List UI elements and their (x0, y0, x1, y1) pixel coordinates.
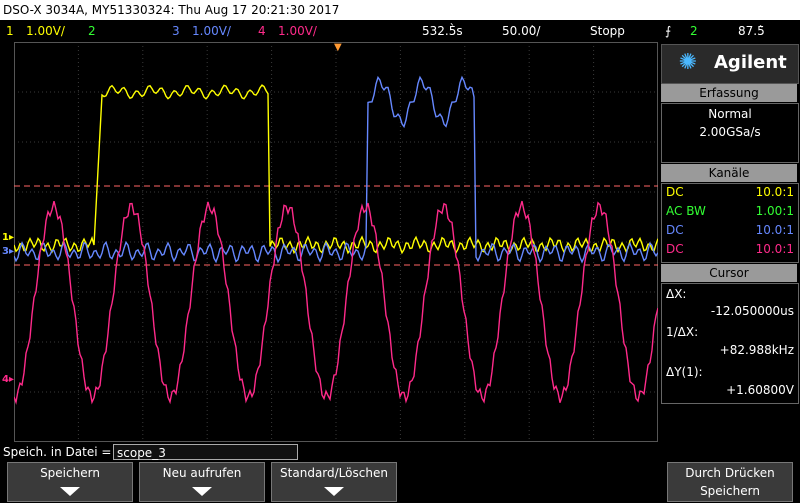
trigger-channel[interactable]: 2 (690, 20, 698, 42)
cursor-panel[interactable]: ΔX: -12.050000us 1/ΔX: +82.988kHz ΔY(1):… (661, 283, 799, 404)
filename-field[interactable]: scope_3 (113, 444, 298, 460)
ch3-ground-marker[interactable]: 3▸ (2, 246, 14, 257)
ch4-waveform (14, 200, 658, 405)
ch1-scale[interactable]: 1.00V/ (26, 20, 65, 42)
softkey-recall[interactable]: Neu aufrufen (139, 462, 265, 502)
channels-header: Kanäle (661, 164, 797, 182)
brand-name: Agilent (714, 52, 787, 73)
ch1-ground-marker[interactable]: 1▸ (2, 232, 14, 243)
acquisition-mode: Normal (708, 107, 752, 121)
acquisition-rate: 2.00GSa/s (699, 125, 761, 139)
window-title: DSO-X 3034A, MY51330324: Thu Aug 17 20:2… (3, 3, 340, 17)
ch1-number[interactable]: 1 (6, 20, 14, 42)
title-bar: DSO-X 3034A, MY51330324: Thu Aug 17 20:2… (0, 0, 800, 20)
ch4-number[interactable]: 4 (258, 20, 266, 42)
softkey-save[interactable]: Speichern (7, 462, 133, 502)
ch2-number[interactable]: 2 (88, 20, 96, 42)
timebase-scale[interactable]: 50.00̀/ (502, 20, 540, 42)
save-bar: Speich. in Datei = scope_3 (0, 442, 800, 462)
cursor-inv-dx-label: 1/ΔX: (666, 325, 699, 339)
trigger-position-marker: ▼ (334, 42, 342, 53)
channel-row-2[interactable]: AC BW 1.00:1 (666, 203, 794, 219)
waveform-display[interactable] (14, 42, 658, 442)
trigger-level[interactable]: 87.5̀ (738, 20, 765, 42)
cursor-dx-value: -12.050000us (710, 304, 794, 318)
timebase-delay[interactable]: 532.5̀s (422, 20, 463, 42)
softkey-press-to-save[interactable]: Durch Drücken Speichern (667, 462, 793, 502)
cursor-inv-dx-value: +82.988kHz (719, 343, 794, 357)
ch3-scale[interactable]: 1.00V/ (192, 20, 231, 42)
cursor-dy-label: ΔY(1): (666, 365, 703, 379)
cursor-dy-value: +1.60800V (726, 383, 794, 397)
cursor-dx-label: ΔX: (666, 287, 687, 301)
cursor-header: Cursor (661, 264, 797, 282)
softkey-default-erase[interactable]: Standard/Löschen (271, 462, 397, 502)
acquisition-header: Erfassung (661, 84, 797, 102)
channels-panel[interactable]: DC 10.0:1 AC BW 1.00:1 DC 10.0:1 DC 10.0… (661, 183, 799, 263)
channel-row-4[interactable]: DC 10.0:1 (666, 241, 794, 257)
arrow-down-icon (324, 487, 344, 496)
agilent-spark-icon: ✺ (678, 50, 698, 75)
acquisition-panel[interactable]: Normal 2.00GSa/s (661, 103, 799, 163)
ch4-ground-marker[interactable]: 4▸ (2, 374, 14, 385)
run-state[interactable]: Stopp (590, 20, 625, 42)
channel-row-1[interactable]: DC 10.0:1 (666, 184, 794, 200)
arrow-down-icon (60, 487, 80, 496)
status-bar: 1 1.00V/ 2 3 1.00V/ 4 1.00V/ 532.5̀s 50.… (0, 20, 800, 42)
ch3-number[interactable]: 3 (172, 20, 180, 42)
ch4-scale[interactable]: 1.00V/ (278, 20, 317, 42)
arrow-down-icon (192, 487, 212, 496)
trigger-icon: ⨍ (665, 24, 672, 38)
channel-row-3[interactable]: DC 10.0:1 (666, 222, 794, 238)
brand-logo: ✺ Agilent (661, 44, 799, 84)
save-file-label: Speich. in Datei = (3, 445, 112, 459)
waveform-graticule (14, 42, 658, 442)
